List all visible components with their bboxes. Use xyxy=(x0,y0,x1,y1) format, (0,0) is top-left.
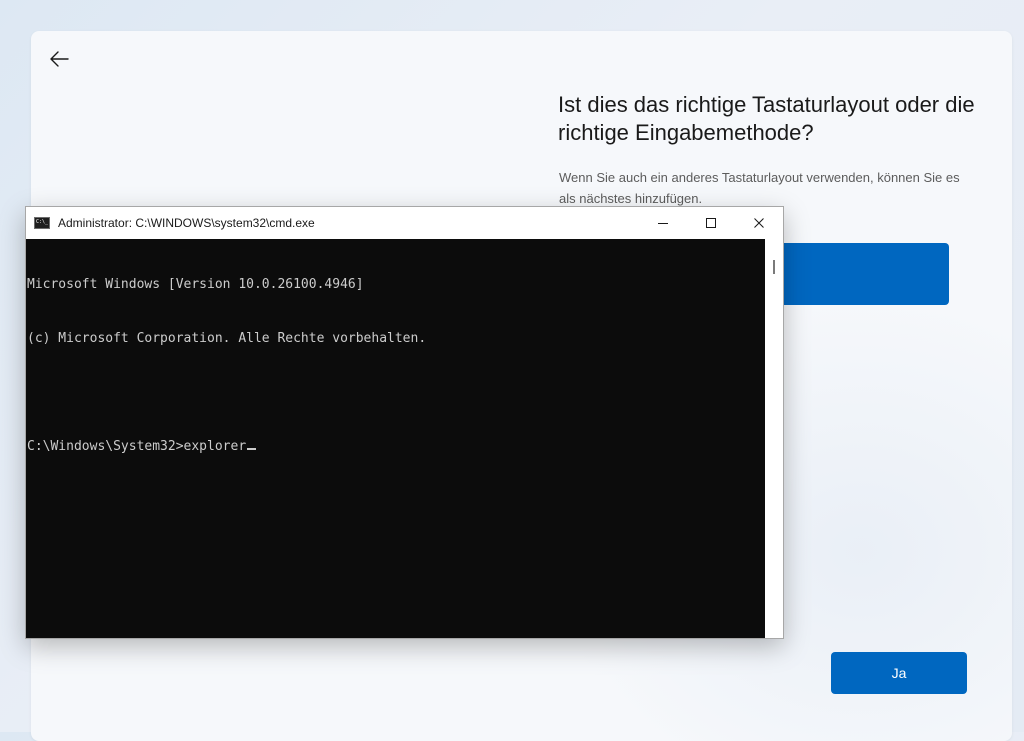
cmd-window-title: Administrator: C:\WINDOWS\system32\cmd.e… xyxy=(58,216,315,230)
window-controls xyxy=(639,207,783,239)
close-button[interactable] xyxy=(735,207,783,239)
page-title: Ist dies das richtige Tastaturlayout ode… xyxy=(558,92,975,145)
page-description: Wenn Sie auch ein anderes Tastaturlayout… xyxy=(559,170,960,206)
console-line: (c) Microsoft Corporation. Alle Rechte v… xyxy=(27,331,427,346)
yes-button[interactable]: Ja xyxy=(831,652,967,694)
console-prompt-line: C:\Windows\System32>explorer xyxy=(27,438,765,456)
text-cursor xyxy=(247,448,257,450)
cmd-app-icon xyxy=(34,217,50,229)
minimize-icon xyxy=(658,223,668,224)
scrollbar-thumb[interactable] xyxy=(773,260,775,274)
cmd-scrollbar[interactable] xyxy=(765,239,783,638)
minimize-button[interactable] xyxy=(639,207,687,239)
console-prompt: C:\Windows\System32>explorer xyxy=(27,439,247,454)
console-line: Microsoft Windows [Version 10.0.26100.49… xyxy=(27,277,364,292)
cmd-titlebar[interactable]: Administrator: C:\WINDOWS\system32\cmd.e… xyxy=(26,207,783,239)
maximize-button[interactable] xyxy=(687,207,735,239)
maximize-icon xyxy=(706,218,716,228)
console-output[interactable]: Microsoft Windows [Version 10.0.26100.49… xyxy=(26,239,765,638)
back-button[interactable] xyxy=(45,45,73,73)
cmd-window[interactable]: Administrator: C:\WINDOWS\system32\cmd.e… xyxy=(25,206,784,639)
arrow-left-icon xyxy=(50,51,69,67)
close-icon xyxy=(754,218,764,228)
